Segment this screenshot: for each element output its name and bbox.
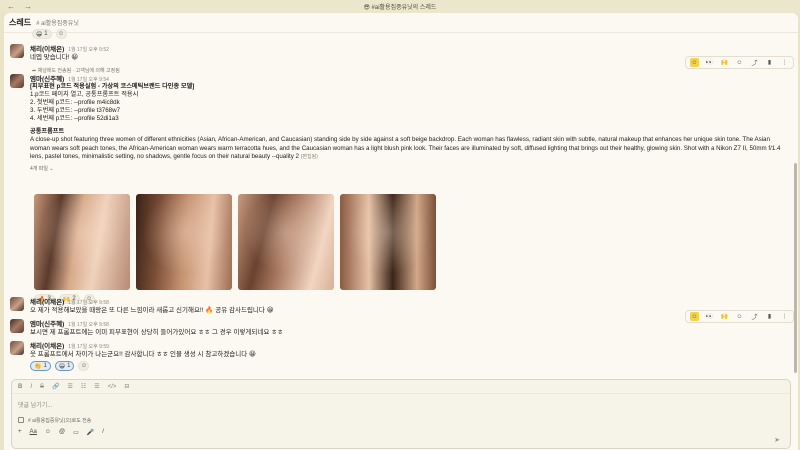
reaction-emoji-icon: 😁 [36, 31, 43, 38]
message-reactions: 👏 1 😁 1 ☺ [30, 361, 788, 371]
app-emoji-icon: 😎 [363, 5, 372, 11]
message: 엠마(신주혜) 1월 17일 오후 9:58 보시면 제 프롬프트에는 이미 피부… [10, 318, 788, 337]
strikethrough-icon[interactable]: S [40, 384, 44, 390]
scrollbar[interactable] [794, 163, 797, 373]
message-text: 네엡 맞습니다! 😀 [30, 54, 79, 61]
top-reactions: 😁 1 ☺ [32, 29, 67, 39]
author-name[interactable]: 엠마(신주혜) [30, 321, 64, 328]
author-name[interactable]: 채리(이채은) [30, 299, 64, 306]
send-icon[interactable]: ➤ [774, 436, 780, 444]
edited-label: (편집됨) [300, 154, 318, 161]
thread-channel-link[interactable]: # ai활용집중유닛 [36, 18, 79, 27]
avatar[interactable] [10, 74, 24, 88]
text-format-icon[interactable]: Aa [30, 429, 37, 435]
prompt-text: A close-up shot featuring three women of… [30, 136, 790, 162]
message-text: 웃 프롬프트에서 차이가 나는군요!! 감사합니다 ㅎㅎ 인물 생성 시 참고하… [30, 351, 256, 358]
message-composer: B I S 🔗 ☰ ☷ ☰ </> ⊟ 댓글 남기기... # ai활용집중유닛… [11, 379, 791, 449]
emoji-icon[interactable]: ☺ [45, 429, 51, 435]
list-item: 2. 첫번째 p코드: --profile m4ic8dk [30, 99, 120, 106]
reaction-chip[interactable]: 😁 1 [32, 29, 52, 39]
attachment-image[interactable] [34, 194, 130, 290]
list-item: 4. 세번째 p코드: --profile 52di1a3 [30, 115, 119, 122]
avatar[interactable] [10, 341, 24, 355]
list-item: 3. 두번째 p코드: --profile t3768w7 [30, 107, 121, 114]
attachment-image[interactable] [340, 194, 436, 290]
also-send-label: # ai활용집중유닛(으)로도 전송 [28, 417, 92, 424]
raised-hands-reaction-icon[interactable]: 🙌 [720, 58, 729, 67]
message-actions-bar: ☺ 👀 🙌 ☺ ⤴ ▮ ⋮ [685, 56, 794, 69]
ordered-list-icon[interactable]: ☰ [68, 383, 73, 390]
prompt-body: A close-up shot featuring three women of… [30, 136, 781, 161]
thread-title: 스레드 [9, 18, 32, 27]
list-item: 1.p코드 페이지 열고, 공통프롬프트 적용시 [30, 91, 139, 98]
window-title-text: #ai활용집중유닛의 스레드 [371, 5, 437, 11]
thread-header: 스레드 # ai활용집중유닛 [4, 13, 798, 33]
italic-icon[interactable]: I [30, 384, 32, 390]
grin-emoji-icon: 😁 [58, 363, 66, 370]
video-icon[interactable]: ▭ [73, 429, 79, 436]
message-heading: [피부표현 p코드 적용실험 - 가상의 코스메틱브랜드 다인종 모델] [30, 83, 195, 90]
reaction-chip[interactable]: 👏 1 [30, 361, 51, 371]
attachment-image[interactable] [136, 194, 232, 290]
window-title: 😎 #ai활용집중유닛의 스레드 [0, 2, 800, 11]
reaction-chip[interactable]: 😁 1 [54, 361, 75, 371]
avatar[interactable] [10, 297, 24, 311]
code-icon[interactable]: </> [108, 384, 117, 390]
message: 채리(이채은) 1월 17일 오후 9:52 네엡 맞습니다! 😀 [10, 43, 788, 62]
checkbox[interactable] [18, 417, 24, 423]
reply-input[interactable]: 댓글 남기기... [12, 394, 790, 414]
attachment-image[interactable] [238, 194, 334, 290]
image-attachments [34, 194, 436, 290]
emoji-reaction-icon[interactable]: ☺ [690, 58, 699, 67]
message: 엠마(신주혜) 1월 17일 오후 9:54 [피부표현 p코드 적용실험 - 가… [10, 73, 788, 172]
chevron-down-icon: ⌄ [49, 165, 54, 172]
author-name[interactable]: 채리(이채은) [30, 343, 64, 350]
plus-icon[interactable]: + [18, 429, 22, 435]
bold-icon[interactable]: B [18, 384, 22, 390]
avatar[interactable] [10, 319, 24, 333]
also-send-option[interactable]: # ai활용집중유닛(으)로도 전송 [12, 414, 790, 426]
bullet-list-icon[interactable]: ☷ [81, 383, 86, 390]
message-text: 오 제가 적용해보았을 때랑은 또 다른 느낌이라 새롭고 신기해요!! 🔥 공… [30, 307, 274, 314]
message: 채리(이채은) 1월 17일 오후 9:59 웃 프롬프트에서 차이가 나는군요!… [10, 340, 788, 371]
reaction-count: 1 [44, 31, 48, 37]
blockquote-icon[interactable]: ☰ [94, 383, 99, 390]
file-count-label: 4개 파일 [30, 165, 48, 172]
message-text: 보시면 제 프롬프트에는 이미 피부표현이 상당히 들어가있어요 ㅎㅎ 그 경우… [30, 329, 284, 336]
eyes-reaction-icon[interactable]: 👀 [705, 58, 714, 67]
clap-emoji-icon: 👏 [34, 363, 42, 370]
code-block-icon[interactable]: ⊟ [124, 383, 129, 390]
reaction-count: 1 [43, 363, 47, 369]
add-reaction-icon[interactable]: ☺ [78, 361, 90, 371]
composer-actions: + Aa ☺ @ ▭ 🎤 / [12, 426, 790, 438]
prompt-title: 공통프롬프트 [30, 128, 65, 135]
thread-panel: 스레드 # ai활용집중유닛 😁 1 ☺ 채리(이채은) 1월 17일 오후 9:5… [4, 13, 798, 450]
format-toolbar: B I S 🔗 ☰ ☷ ☰ </> ⊟ [12, 380, 790, 394]
reaction-count: 1 [67, 363, 71, 369]
link-icon[interactable]: 🔗 [52, 383, 59, 390]
add-reaction-icon[interactable]: ☺ [55, 29, 67, 39]
slash-command-icon[interactable]: / [102, 429, 104, 435]
more-options-icon[interactable]: ⋮ [780, 58, 789, 67]
message: 채리(이채은) 1월 17일 오후 9:58 오 제가 적용해보았을 때랑은 또 … [10, 296, 788, 315]
mention-icon[interactable]: @ [59, 429, 65, 435]
add-reaction-icon[interactable]: ☺ [735, 58, 744, 67]
file-count-toggle[interactable]: 4개 파일 ⌄ [30, 165, 788, 172]
author-name[interactable]: 엠마(신주혜) [30, 76, 64, 83]
reply-icon[interactable]: ⤴ [750, 58, 759, 67]
author-name[interactable]: 채리(이채은) [30, 46, 64, 53]
bookmark-icon[interactable]: ▮ [765, 58, 774, 67]
microphone-icon[interactable]: 🎤 [87, 429, 94, 436]
window-titlebar: ← → 😎 #ai활용집중유닛의 스레드 [0, 0, 800, 13]
avatar[interactable] [10, 44, 24, 58]
